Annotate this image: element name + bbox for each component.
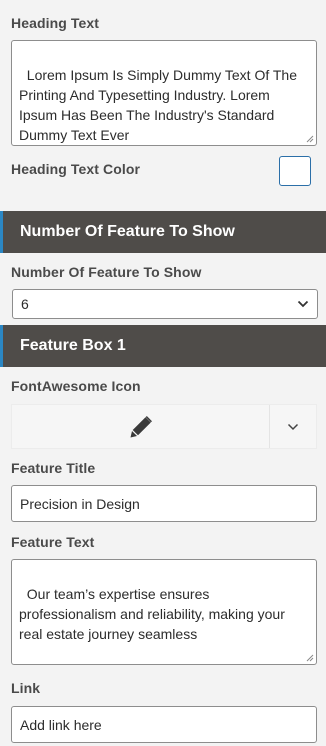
number-of-features-label: Number Of Feature To Show xyxy=(11,264,202,280)
link-label: Link xyxy=(11,680,41,696)
number-of-features-select[interactable]: 6 xyxy=(12,289,318,319)
heading-text-value: Lorem Ipsum Is Simply Dummy Text Of The … xyxy=(19,67,301,143)
link-input[interactable]: Add link here xyxy=(11,706,317,743)
icon-picker[interactable] xyxy=(11,404,317,449)
feature-text-label: Feature Text xyxy=(11,534,95,550)
feature-title-label: Feature Title xyxy=(11,460,96,476)
chevron-down-icon xyxy=(297,300,309,308)
number-of-features-value: 6 xyxy=(21,296,29,312)
heading-text-label: Heading Text xyxy=(11,15,100,31)
heading-text-color-picker[interactable] xyxy=(279,156,311,186)
chevron-down-icon xyxy=(287,423,299,430)
feature-title-value: Precision in Design xyxy=(20,495,140,512)
section-header-feature-box-1[interactable]: Feature Box 1 xyxy=(0,325,326,367)
heading-text-color-label: Heading Text Color xyxy=(11,161,141,177)
icon-picker-toggle[interactable] xyxy=(270,405,316,448)
resize-grip-icon[interactable] xyxy=(306,135,314,143)
resize-grip-icon[interactable] xyxy=(306,654,314,662)
section-header-number-of-features[interactable]: Number Of Feature To Show xyxy=(0,211,326,253)
feature-title-input[interactable]: Precision in Design xyxy=(11,485,317,522)
link-placeholder: Add link here xyxy=(20,716,102,733)
heading-text-textarea[interactable]: Lorem Ipsum Is Simply Dummy Text Of The … xyxy=(11,40,317,146)
icon-preview[interactable] xyxy=(12,405,270,448)
pencil-icon xyxy=(130,415,152,437)
feature-text-textarea[interactable]: Our team’s expertise ensures professiona… xyxy=(11,559,317,665)
fontawesome-icon-label: FontAwesome Icon xyxy=(11,378,141,394)
feature-text-value: Our team’s expertise ensures professiona… xyxy=(19,586,289,642)
